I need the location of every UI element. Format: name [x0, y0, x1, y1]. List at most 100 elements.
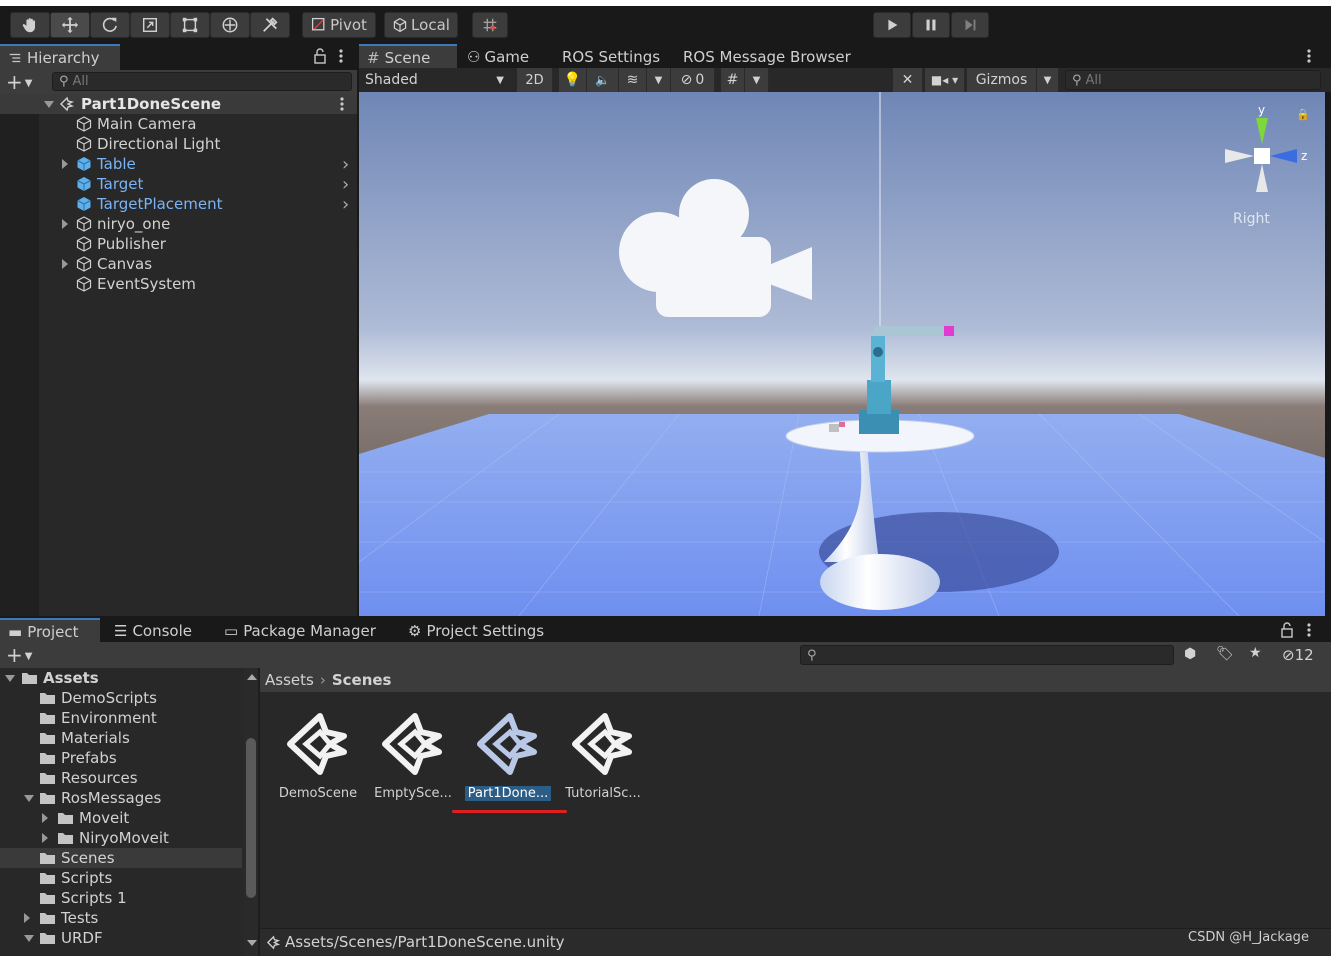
- foldout-arrow[interactable]: [24, 935, 34, 942]
- tab-scene[interactable]: # Scene: [359, 44, 457, 70]
- tab-project-settings[interactable]: ⚙ Project Settings: [400, 618, 560, 644]
- tab-game[interactable]: ⚇ Game: [459, 44, 549, 70]
- hierarchy-item[interactable]: Directional Light: [0, 134, 357, 154]
- tree-item[interactable]: RosMessages: [0, 788, 242, 808]
- breadcrumb-scenes[interactable]: Scenes: [332, 671, 392, 689]
- tree-item[interactable]: Moveit: [0, 808, 242, 828]
- scene-panel-more-icon[interactable]: [1304, 48, 1314, 64]
- foldout-arrow[interactable]: [42, 833, 48, 843]
- tree-item[interactable]: Scripts 1: [0, 888, 242, 908]
- project-search-input[interactable]: ⚲: [800, 645, 1174, 665]
- tree-item[interactable]: Prefabs: [0, 748, 242, 768]
- tree-item[interactable]: Tests: [0, 908, 242, 928]
- scene-asset[interactable]: Part1Done...: [460, 712, 556, 801]
- hierarchy-item[interactable]: Target ›: [0, 174, 357, 195]
- lighting-toggle[interactable]: 💡: [559, 68, 587, 92]
- breadcrumb-assets[interactable]: Assets: [265, 671, 314, 689]
- audio-toggle[interactable]: 🔈: [587, 68, 619, 92]
- grid-toggle[interactable]: #: [721, 68, 745, 92]
- foldout-arrow[interactable]: [42, 813, 48, 823]
- scene-search-input[interactable]: ⚲ All: [1065, 70, 1321, 90]
- scene-asset[interactable]: TutorialSc...: [555, 712, 651, 801]
- open-folder-icon: [40, 933, 55, 944]
- move-tool-button[interactable]: [50, 12, 90, 38]
- tree-item[interactable]: NiryoMoveit: [0, 828, 242, 848]
- scene-viewport[interactable]: y z Right 🔒: [359, 92, 1325, 616]
- tree-item[interactable]: DemoScripts: [0, 688, 242, 708]
- hierarchy-item[interactable]: Table ›: [0, 154, 357, 175]
- hierarchy-item[interactable]: TargetPlacement ›: [0, 194, 357, 215]
- local-toggle[interactable]: Local: [384, 12, 458, 38]
- tree-item-assets[interactable]: Assets: [0, 668, 240, 688]
- foldout-arrow[interactable]: [24, 795, 34, 802]
- favorites-star-icon[interactable]: ★: [1249, 645, 1262, 661]
- toggle-2d-button[interactable]: 2D: [517, 68, 553, 92]
- scene-more-icon[interactable]: [337, 96, 347, 112]
- tree-item[interactable]: Materials: [0, 728, 242, 748]
- scroll-up-arrow[interactable]: [247, 674, 257, 680]
- rotate-tool-button[interactable]: [90, 12, 130, 38]
- tab-ros-settings[interactable]: ROS Settings: [554, 44, 669, 70]
- hierarchy-item[interactable]: Canvas: [0, 254, 357, 274]
- grid-dropdown[interactable]: ▼: [745, 68, 769, 92]
- open-prefab-arrow-icon[interactable]: ›: [342, 154, 349, 175]
- hierarchy-item[interactable]: niryo_one: [0, 214, 357, 234]
- tab-hierarchy[interactable]: Hierarchy: [0, 44, 120, 70]
- lock-icon[interactable]: [1280, 622, 1294, 638]
- more-options-icon[interactable]: [336, 48, 346, 64]
- tab-project[interactable]: ▬ Project: [0, 618, 100, 644]
- open-prefab-arrow-icon[interactable]: ›: [342, 194, 349, 215]
- foldout-arrow[interactable]: [62, 159, 68, 169]
- hierarchy-search-input[interactable]: ⚲ All: [52, 72, 352, 91]
- hidden-objects-toggle[interactable]: ⊘ 0: [671, 68, 715, 92]
- rect-tool-button[interactable]: [170, 12, 210, 38]
- gizmos-dropdown[interactable]: ▼: [1037, 68, 1059, 92]
- tools-overlay-button[interactable]: ✕: [893, 68, 923, 92]
- scene-asset[interactable]: EmptySce...: [365, 712, 461, 801]
- foldout-arrow[interactable]: [62, 259, 68, 269]
- hand-tool-button[interactable]: [10, 12, 50, 38]
- tree-item[interactable]: Scripts: [0, 868, 242, 888]
- foldout-arrow[interactable]: [62, 219, 68, 229]
- lock-icon[interactable]: [313, 48, 327, 64]
- grid-snap-button[interactable]: [472, 12, 508, 38]
- gizmos-button[interactable]: Gizmos: [967, 68, 1037, 92]
- step-button[interactable]: [951, 12, 989, 38]
- more-options-icon[interactable]: [1304, 622, 1314, 638]
- tree-item[interactable]: Scenes: [0, 848, 242, 868]
- custom-tool-button[interactable]: [250, 12, 290, 38]
- create-asset-button[interactable]: + ▼: [6, 645, 32, 667]
- create-add-button[interactable]: + ▼: [6, 72, 32, 94]
- shading-mode-dropdown[interactable]: Shaded ▼: [359, 68, 511, 92]
- transform-tool-button[interactable]: [210, 12, 250, 38]
- effects-dropdown[interactable]: ▼: [647, 68, 671, 92]
- hierarchy-item[interactable]: EventSystem: [0, 274, 357, 294]
- tab-console[interactable]: ☰ Console: [106, 618, 206, 644]
- hidden-packages-toggle[interactable]: ⊘ 12: [1282, 646, 1314, 664]
- tab-ros-message-browser[interactable]: ROS Message Browser: [675, 44, 865, 70]
- scene-foldout-arrow[interactable]: [44, 101, 54, 108]
- tab-package-manager[interactable]: ▭ Package Manager: [216, 618, 386, 644]
- play-button[interactable]: [873, 12, 911, 38]
- foldout-arrow[interactable]: [24, 913, 30, 923]
- tree-item[interactable]: Environment: [0, 708, 242, 728]
- effects-toggle[interactable]: ≋: [619, 68, 647, 92]
- tree-item[interactable]: Resources: [0, 768, 242, 788]
- scene-header-row[interactable]: Part1DoneScene: [0, 94, 357, 114]
- scrollbar-thumb[interactable]: [246, 738, 256, 898]
- camera-settings-button[interactable]: ■◂ ▾: [925, 68, 965, 92]
- pause-button[interactable]: [912, 12, 950, 38]
- scene-asset[interactable]: DemoScene: [270, 712, 366, 801]
- open-prefab-arrow-icon[interactable]: ›: [342, 174, 349, 195]
- foldout-arrow[interactable]: [5, 675, 15, 682]
- scale-tool-button[interactable]: [130, 12, 170, 38]
- hierarchy-item[interactable]: Main Camera: [0, 114, 357, 134]
- filter-by-label-icon[interactable]: 🏷: [1216, 646, 1234, 662]
- tree-item[interactable]: URDF: [0, 928, 242, 948]
- tree-scrollbar[interactable]: [244, 668, 258, 956]
- hierarchy-item[interactable]: Publisher: [0, 234, 357, 254]
- pivot-toggle[interactable]: Pivot: [302, 12, 376, 38]
- hierarchy-item-label: Table: [97, 155, 136, 173]
- filter-by-type-icon[interactable]: ⬢: [1184, 646, 1196, 662]
- scroll-down-arrow[interactable]: [247, 940, 257, 946]
